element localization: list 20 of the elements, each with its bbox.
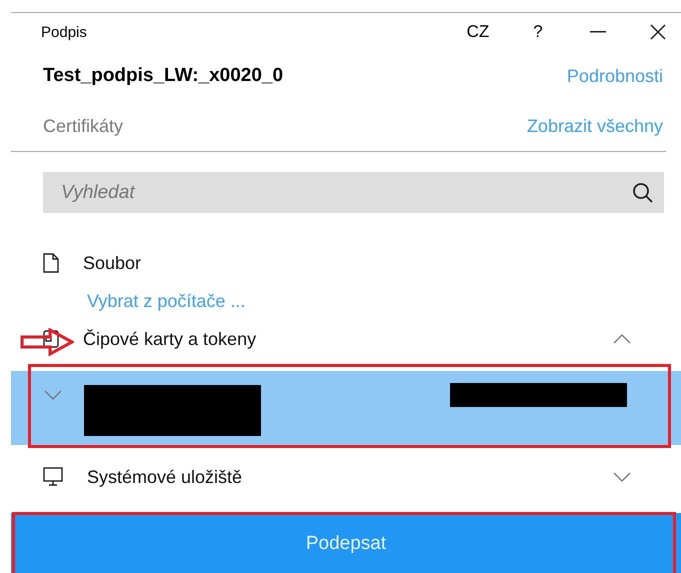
file-icon	[43, 253, 59, 273]
chevron-icon[interactable]	[613, 472, 631, 482]
search-icon[interactable]	[632, 182, 654, 204]
source-label[interactable]: Systémové uložiště	[87, 466, 613, 488]
source-label[interactable]: Čipové karty a tokeny	[83, 328, 613, 350]
document-name: Test_podpis_LW:_x0020_0	[43, 65, 284, 87]
search-field[interactable]: Vyhledat	[43, 172, 664, 213]
help-button[interactable]: ?	[520, 17, 556, 47]
chevron-icon[interactable]	[613, 334, 631, 344]
certificates-label: Certifikáty	[43, 116, 124, 136]
close-icon	[650, 24, 666, 40]
minimize-icon	[590, 31, 606, 33]
chevron-icon[interactable]	[44, 390, 62, 400]
language-button[interactable]: CZ	[460, 17, 496, 47]
monitor-icon	[43, 467, 63, 487]
window-title: Podpis	[41, 24, 88, 40]
arrow-icon	[20, 328, 74, 356]
certificate-row[interactable]	[11, 371, 681, 445]
source-label[interactable]: Soubor	[83, 252, 631, 274]
card-icon	[43, 330, 59, 348]
